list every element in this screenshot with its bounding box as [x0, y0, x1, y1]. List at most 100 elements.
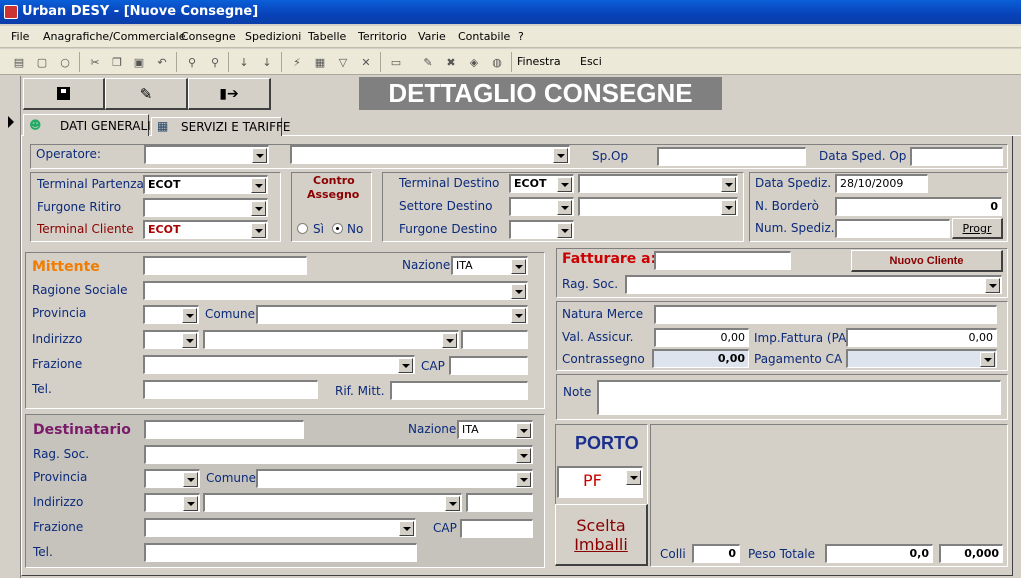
chevron-down-icon[interactable] — [251, 178, 266, 193]
chevron-down-icon[interactable] — [557, 200, 572, 215]
mittente-frazione-combo[interactable] — [143, 355, 415, 374]
mittente-civico-field[interactable] — [461, 330, 528, 349]
chevron-down-icon[interactable] — [182, 333, 197, 348]
chevron-down-icon[interactable] — [721, 200, 736, 215]
mittente-nazione-combo[interactable]: ITA — [451, 256, 528, 275]
data-spediz-field[interactable]: 28/10/2009 — [835, 174, 928, 193]
fatturare-ragsoc-combo[interactable] — [625, 275, 1002, 294]
chevron-down-icon[interactable] — [557, 177, 572, 192]
destinatario-provincia-combo[interactable] — [144, 469, 200, 488]
destinatario-frazione-combo[interactable] — [144, 518, 416, 537]
colli-field[interactable]: 0 — [692, 544, 740, 563]
peso-totale-field[interactable]: 0,0 — [825, 544, 933, 563]
natura-merce-field[interactable] — [654, 305, 997, 324]
chevron-down-icon[interactable] — [252, 148, 267, 163]
destinatario-indirizzo-combo[interactable] — [203, 493, 462, 512]
destinatario-cap-field[interactable] — [460, 519, 533, 538]
menu-file[interactable]: File — [11, 30, 29, 43]
operatore-combo[interactable] — [144, 145, 269, 164]
filter-icon[interactable]: ▽ — [335, 54, 351, 70]
destinatario-civico-field[interactable] — [466, 493, 533, 512]
chevron-down-icon[interactable] — [182, 308, 197, 323]
finestra-menu[interactable]: Finestra — [517, 55, 561, 68]
chevron-down-icon[interactable] — [557, 223, 572, 238]
progr-button[interactable]: Progr — [952, 218, 1003, 239]
chevron-down-icon[interactable] — [511, 284, 526, 299]
porto-combo[interactable]: PF — [557, 466, 643, 498]
word-icon[interactable]: ✎ — [420, 54, 436, 70]
mittente-cap-field[interactable] — [449, 356, 528, 375]
menu-spedizioni[interactable]: Spedizioni — [245, 30, 301, 43]
furgone-ritiro-combo[interactable] — [143, 198, 268, 217]
scelta-imballi-button[interactable]: Scelta Imballi — [555, 504, 648, 566]
esci-button[interactable]: Esci — [580, 55, 602, 68]
mittente-provincia-combo[interactable] — [143, 305, 199, 324]
mittente-code-field[interactable] — [143, 256, 307, 275]
settore-destino-desc-combo[interactable] — [578, 197, 738, 216]
pagamento-ca-combo[interactable] — [846, 349, 997, 368]
sort-ascending-icon[interactable]: ↓ — [236, 54, 252, 70]
replace-icon[interactable]: ⚲ — [207, 54, 223, 70]
chevron-down-icon[interactable] — [511, 308, 526, 323]
terminal-partenza-combo[interactable]: ECOT — [143, 175, 268, 194]
excel-icon[interactable]: ✖ — [443, 54, 459, 70]
chevron-down-icon[interactable] — [516, 423, 531, 438]
radio-no[interactable] — [332, 223, 343, 234]
destinatario-code-field[interactable] — [144, 420, 304, 439]
chevron-down-icon[interactable] — [516, 448, 531, 463]
chevron-down-icon[interactable] — [399, 521, 414, 536]
undo-icon[interactable]: ↶ — [154, 54, 170, 70]
chevron-down-icon[interactable] — [445, 496, 460, 511]
data-sped-op-field[interactable] — [910, 147, 1003, 166]
contrassegno-field[interactable]: 0,00 — [652, 349, 749, 368]
spop-field[interactable] — [657, 147, 806, 166]
operatore-desc-combo[interactable] — [290, 145, 570, 164]
imp-fattura-field[interactable]: 0,00 — [846, 328, 997, 347]
destinatario-comune-combo[interactable] — [256, 469, 533, 488]
filter-selection-icon[interactable]: ⚡ — [289, 54, 305, 70]
chevron-down-icon[interactable] — [980, 352, 995, 367]
mittente-comune-combo[interactable] — [256, 305, 528, 324]
menu-anagrafiche[interactable]: Anagrafiche/Commerciale — [43, 30, 185, 43]
tab-servizi-tariffe[interactable]: ▦ SERVIZI E TARIFFE — [151, 117, 290, 136]
zoom-icon[interactable]: ○ — [57, 54, 73, 70]
mittente-indirizzo-type-combo[interactable] — [143, 330, 199, 349]
paste-icon[interactable]: ▣ — [131, 54, 147, 70]
menu-varie[interactable]: Varie — [418, 30, 446, 43]
copy-icon[interactable]: ❐ — [109, 54, 125, 70]
save-button[interactable] — [23, 78, 105, 110]
chevron-down-icon[interactable] — [183, 472, 198, 487]
note-field[interactable] — [597, 380, 1001, 415]
menu-tabelle[interactable]: Tabelle — [308, 30, 346, 43]
tab-dati-generali[interactable]: ☻ DATI GENERALI — [23, 114, 151, 136]
filter-form-icon[interactable]: ▦ — [312, 54, 328, 70]
chevron-down-icon[interactable] — [251, 201, 266, 216]
terminal-cliente-combo[interactable]: ECOT — [143, 220, 268, 239]
cut-icon[interactable]: ✂ — [87, 54, 103, 70]
destinatario-tel-field[interactable] — [144, 543, 417, 562]
menu-contabile[interactable]: Contabile — [458, 30, 510, 43]
menu-territorio[interactable]: Territorio — [358, 30, 407, 43]
destinatario-indirizzo-type-combo[interactable] — [144, 493, 200, 512]
bordero-field[interactable]: 0 — [835, 197, 1002, 216]
new-record-icon[interactable]: ▭ — [388, 54, 404, 70]
rif-mitt-field[interactable] — [390, 381, 528, 400]
exit-button[interactable]: ▮➔ — [188, 78, 271, 110]
settore-destino-combo[interactable] — [509, 197, 574, 216]
print-preview-icon[interactable]: ▢ — [34, 54, 50, 70]
chevron-down-icon[interactable] — [183, 496, 198, 511]
tools-icon[interactable]: ◈ — [466, 54, 482, 70]
print-icon[interactable]: ▤ — [11, 54, 27, 70]
chevron-down-icon[interactable] — [398, 358, 413, 373]
chevron-down-icon[interactable] — [442, 333, 457, 348]
chevron-down-icon[interactable] — [626, 470, 641, 485]
menu-help[interactable]: ? — [518, 30, 524, 43]
radio-si[interactable] — [297, 223, 308, 234]
sort-descending-icon[interactable]: ↓ — [259, 54, 275, 70]
chevron-down-icon[interactable] — [516, 472, 531, 487]
furgone-destino-combo[interactable] — [509, 220, 574, 239]
destinatario-ragsoc-combo[interactable] — [144, 445, 533, 464]
nuovo-cliente-button[interactable]: Nuovo Cliente — [851, 250, 1003, 272]
remove-filter-icon[interactable]: ✕ — [358, 54, 374, 70]
terminal-destino-desc-combo[interactable] — [578, 174, 738, 193]
